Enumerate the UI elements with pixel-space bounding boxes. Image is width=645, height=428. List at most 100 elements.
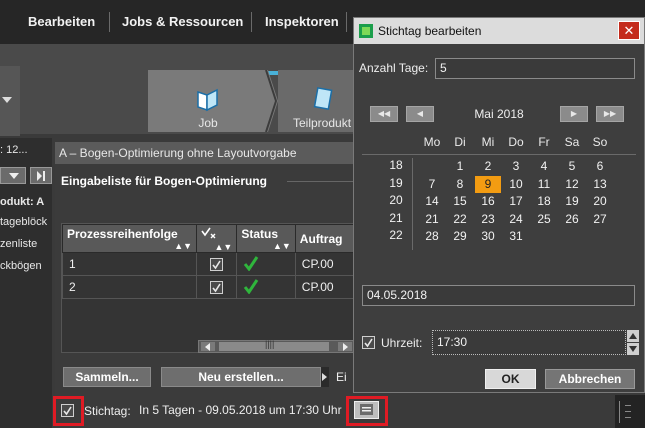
column-header-auftrag[interactable]: Auftrag xyxy=(294,224,354,253)
weekday-header: Mo xyxy=(423,135,441,149)
column-header-status[interactable]: Status ▲▼ xyxy=(236,224,296,253)
week-number: 19 xyxy=(389,175,403,190)
menu-bearbeiten[interactable]: Bearbeiten xyxy=(28,0,95,44)
calendar-day[interactable]: 25 xyxy=(531,211,557,228)
left-list-item[interactable]: ckbögen xyxy=(0,260,42,272)
calendar-day[interactable]: 13 xyxy=(587,176,613,193)
document-icon xyxy=(313,87,333,110)
time-increment-button[interactable] xyxy=(627,330,639,342)
job-cell: CP.00 xyxy=(294,252,354,276)
calendar-day[interactable]: 16 xyxy=(475,193,501,210)
left-nav-last-button[interactable] xyxy=(30,167,52,184)
calendar-day[interactable]: 8 xyxy=(447,176,473,193)
next-month-button[interactable]: ▶ xyxy=(560,106,588,122)
weekday-header: Di xyxy=(454,135,466,149)
double-arrow-left-icon: ◀◀ xyxy=(377,109,391,118)
calendar-day[interactable]: 3 xyxy=(503,158,529,175)
calendar-day[interactable]: 17 xyxy=(503,193,529,210)
weekday-header: So xyxy=(592,135,608,149)
ok-button[interactable]: OK xyxy=(485,369,536,389)
left-list-item[interactable]: tageblöck xyxy=(0,216,47,228)
calendar-divider xyxy=(362,154,636,155)
scroll-thumb[interactable]: |||| xyxy=(219,339,329,351)
calendar-day[interactable]: 2 xyxy=(475,158,501,175)
calendar-day[interactable]: 28 xyxy=(419,228,445,245)
calendar-day[interactable]: 23 xyxy=(475,211,501,228)
dialog-titlebar[interactable]: Stichtag bearbeiten xyxy=(354,18,644,44)
tab-job[interactable]: Job xyxy=(148,70,268,132)
calendar-day[interactable]: 10 xyxy=(503,176,529,193)
chevron-down-icon xyxy=(2,97,12,103)
calendar-day[interactable]: 19 xyxy=(559,193,585,210)
calendar-day-selected[interactable]: 9 xyxy=(475,175,501,193)
cancel-button[interactable]: Abbrechen xyxy=(545,369,635,389)
menu-inspektoren[interactable]: Inspektoren xyxy=(265,0,339,44)
arrow-left-icon xyxy=(205,343,210,351)
prev-year-button[interactable]: ◀◀ xyxy=(370,106,398,122)
table-row[interactable]: 1 CP.00 xyxy=(62,252,354,276)
calendar-day[interactable]: 15 xyxy=(447,193,473,210)
date-input[interactable]: 04.05.2018 xyxy=(362,285,635,306)
tab-teilprodukt-label: Teilprodukt xyxy=(293,116,352,130)
calendar-day[interactable]: 31 xyxy=(503,228,529,245)
week-number: 21 xyxy=(389,210,403,225)
calendar-day[interactable]: 27 xyxy=(587,211,613,228)
deadline-checkbox[interactable] xyxy=(61,404,74,417)
calendar-day[interactable]: 11 xyxy=(531,176,557,193)
close-icon: ✕ xyxy=(623,23,635,38)
grip-icon: |||| xyxy=(265,339,275,349)
arrow-left-icon: ◀ xyxy=(416,109,424,118)
calendar-day[interactable]: 4 xyxy=(531,158,557,175)
time-input[interactable]: 17:30 xyxy=(432,330,626,355)
horizontal-scrollbar[interactable]: |||| xyxy=(198,339,355,353)
calendar-day[interactable]: 5 xyxy=(559,158,585,175)
days-input[interactable]: 5 xyxy=(435,58,635,79)
book-icon xyxy=(197,88,218,112)
sort-icon: ▲▼ xyxy=(174,240,193,251)
calendar-day[interactable]: 21 xyxy=(419,211,445,228)
main-panel: Eingabeliste für Bogen-Optimierung Proze… xyxy=(55,164,355,428)
calendar-day[interactable]: 12 xyxy=(559,176,585,193)
left-list-item[interactable]: zenliste xyxy=(0,238,37,250)
time-checkbox[interactable] xyxy=(362,336,375,349)
left-panel-header: : 12... xyxy=(0,144,28,156)
column-header-prozessreihenfolge[interactable]: Prozessreihenfolge ▲▼ xyxy=(62,224,198,253)
time-decrement-button[interactable] xyxy=(627,343,639,355)
collect-button[interactable]: Sammeln... xyxy=(63,367,151,387)
calendar-day[interactable]: 1 xyxy=(447,158,473,175)
calendar-day[interactable]: 29 xyxy=(447,228,473,245)
column-header-check[interactable]: ▲▼ xyxy=(196,224,238,253)
create-new-button[interactable]: Neu erstellen... xyxy=(161,367,321,387)
tab-teilprodukt[interactable]: Teilprodukt xyxy=(278,70,353,132)
button-scroll[interactable] xyxy=(321,367,329,387)
calendar-day[interactable]: 24 xyxy=(503,211,529,228)
calendar-day[interactable]: 30 xyxy=(475,228,501,245)
calendar-day[interactable]: 18 xyxy=(531,193,557,210)
weekday-header: Mi xyxy=(481,135,495,149)
calendar-edit-icon xyxy=(360,404,373,415)
calendar-day[interactable]: 14 xyxy=(419,193,445,210)
ruler-tick xyxy=(619,401,620,423)
calendar-day[interactable]: 26 xyxy=(559,211,585,228)
collapse-handle[interactable] xyxy=(0,66,20,136)
week-number: 18 xyxy=(389,158,403,172)
left-nav-down-button[interactable] xyxy=(0,167,26,184)
calendar-day[interactable]: 20 xyxy=(587,193,613,210)
row-checkbox[interactable] xyxy=(210,281,224,295)
ruler-tick xyxy=(625,417,631,418)
tab-arrow xyxy=(262,70,278,132)
scroll-right-button[interactable] xyxy=(338,342,352,351)
more-button-label[interactable]: Ei xyxy=(336,370,347,384)
close-button[interactable]: ✕ xyxy=(618,21,640,40)
prev-month-button[interactable]: ◀ xyxy=(406,106,434,122)
calendar-day[interactable]: 7 xyxy=(419,176,445,193)
scroll-left-button[interactable] xyxy=(201,342,215,351)
calendar-day[interactable]: 22 xyxy=(447,211,473,228)
calendar-day[interactable]: 6 xyxy=(587,158,613,175)
row-checkbox[interactable] xyxy=(210,258,224,272)
check-cross-icon xyxy=(201,227,216,239)
edit-deadline-button[interactable] xyxy=(354,401,379,419)
menu-jobs-ressourcen[interactable]: Jobs & Ressourcen xyxy=(122,0,243,44)
table-row[interactable]: 2 CP.00 xyxy=(62,275,354,299)
next-year-button[interactable]: ▶▶ xyxy=(596,106,624,122)
